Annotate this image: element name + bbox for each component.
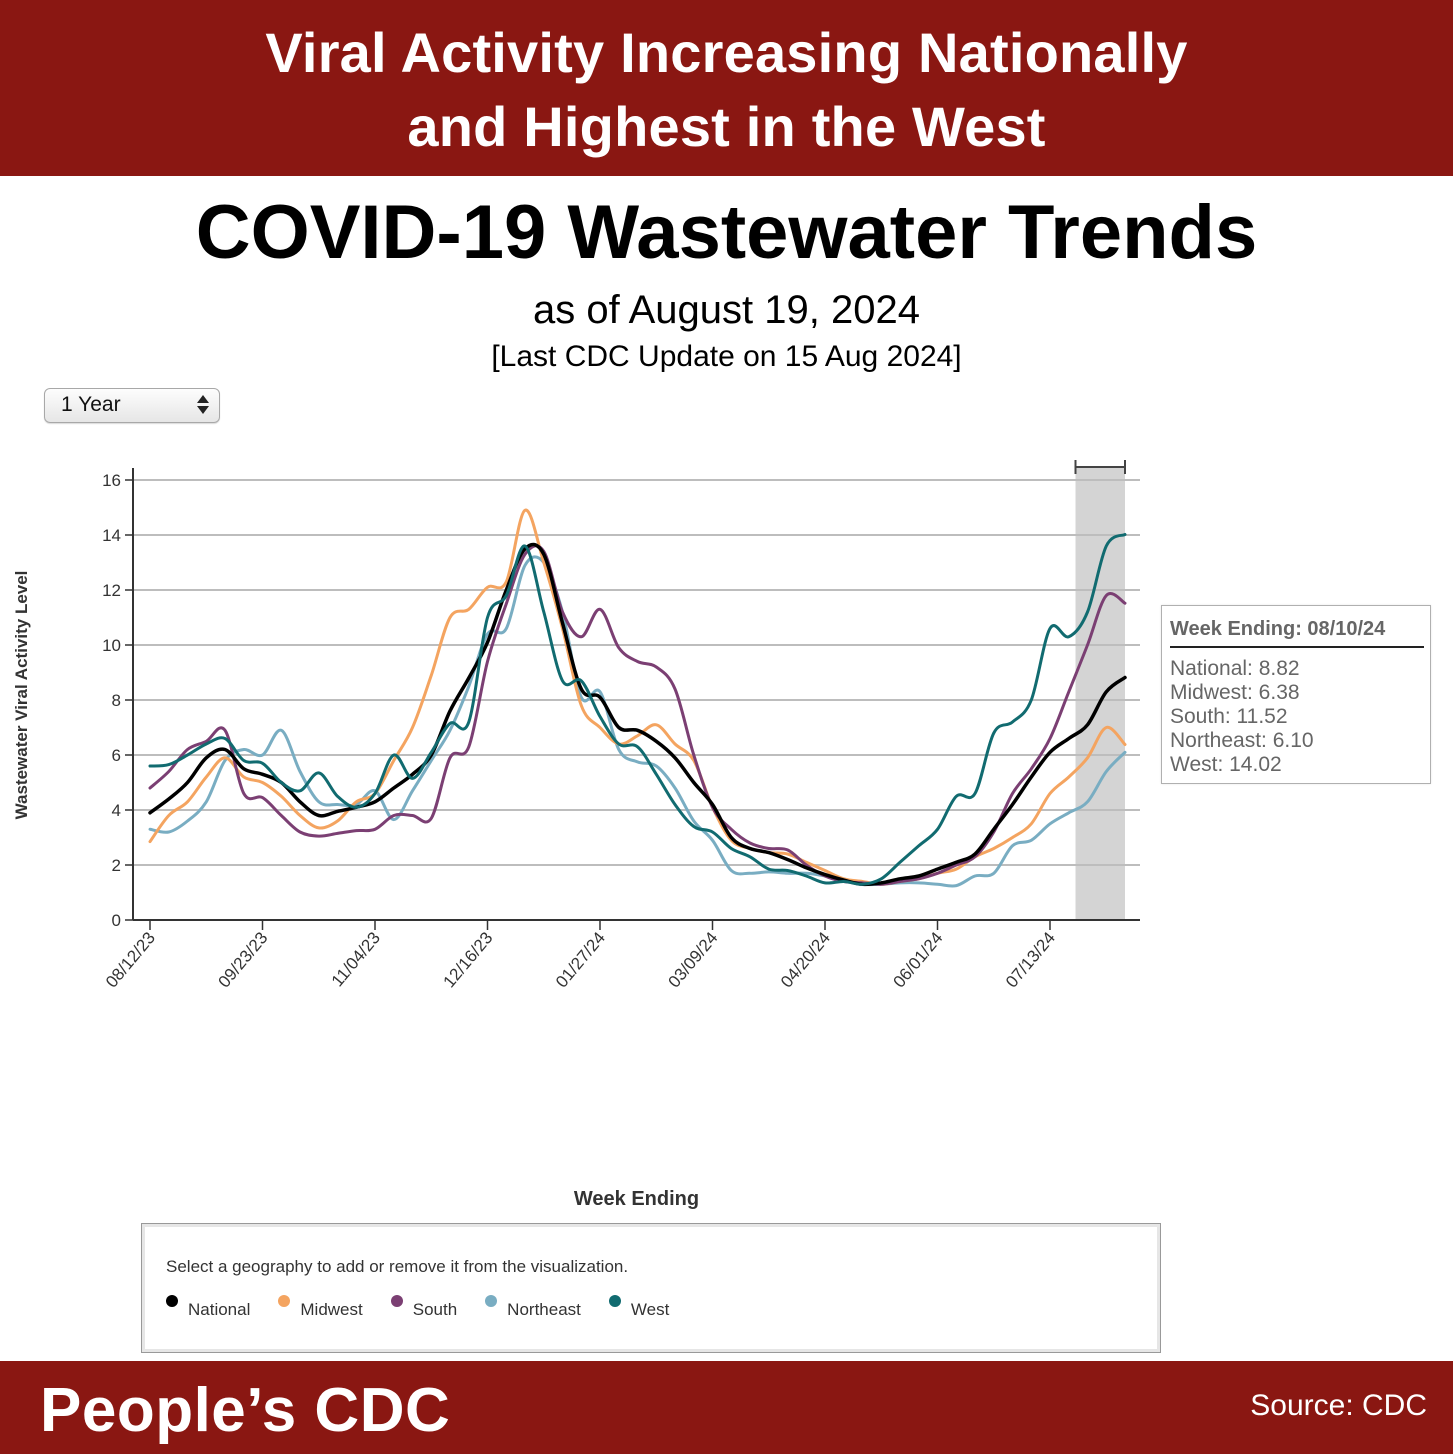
source-credit: Source: CDC (1250, 1389, 1427, 1422)
tooltip-row-northeast: Northeast: 6.10 (1170, 729, 1314, 752)
as-of-date: as of August 19, 2024 (533, 288, 920, 332)
tooltip-divider (1170, 646, 1424, 648)
y-tick-label: 10 (102, 636, 121, 655)
legend-item-midwest[interactable]: Midwest (278, 1294, 363, 1320)
tooltip-row-west: West: 14.02 (1170, 753, 1282, 776)
top-banner: Viral Activity Increasing Nationally and… (0, 0, 1453, 176)
y-tick-label: 4 (112, 801, 121, 820)
y-axis-title: Wastewater Viral Activity Level (12, 571, 31, 820)
y-tick-label: 6 (112, 746, 121, 765)
x-tick-label: 09/23/23 (214, 928, 271, 991)
x-tick-label: 08/12/23 (102, 928, 159, 991)
x-tick-label: 07/13/24 (1002, 928, 1059, 991)
time-range-select[interactable]: 1 Year (44, 388, 220, 423)
legend-label: Northeast (507, 1300, 581, 1319)
legend-dot-icon (485, 1295, 498, 1307)
banner-headline-line-1: Viral Activity Increasing Nationally (265, 21, 1188, 84)
x-tick-label: 11/04/23 (328, 928, 384, 990)
y-tick-label: 12 (102, 581, 121, 600)
legend-label: West (630, 1300, 670, 1319)
banner-headline-line-2: and Highest in the West (407, 95, 1046, 158)
hover-tooltip: Week Ending: 08/10/24 National: 8.82 Mid… (1161, 605, 1431, 784)
page-title: COVID-19 Wastewater Trends (195, 190, 1258, 275)
y-tick-label: 8 (112, 691, 121, 710)
bottom-banner: People’s CDC Source: CDC (0, 1361, 1453, 1454)
legend-dot-icon (278, 1295, 291, 1307)
legend-item-northeast[interactable]: Northeast (485, 1294, 581, 1320)
series-line-northeast (148, 555, 1127, 888)
legend-dot-icon (608, 1295, 621, 1307)
y-tick-label: 14 (102, 526, 121, 545)
gridlines (133, 479, 1140, 866)
legend-dot-icon (166, 1295, 178, 1307)
y-tick-label: 0 (112, 911, 121, 930)
tooltip-title: Week Ending: 08/10/24 (1170, 618, 1386, 640)
legend-dot-icon (390, 1295, 403, 1307)
legend-label: South (412, 1300, 458, 1319)
series-lines (148, 508, 1127, 888)
legend-label: Midwest (300, 1300, 363, 1319)
x-tick-label: 01/27/24 (552, 928, 609, 991)
y-tick-label: 2 (112, 856, 121, 875)
legend-panel: Select a geography to add or remove it f… (141, 1223, 1161, 1353)
tooltip-row-south: South: 11.52 (1170, 705, 1288, 728)
series-line-national (148, 542, 1127, 887)
x-tick-label: 12/16/23 (439, 928, 496, 991)
legend-hint: Select a geography to add or remove it f… (166, 1257, 629, 1276)
select-updown-icon (197, 393, 209, 417)
x-tick-label: 04/20/24 (777, 928, 834, 991)
x-tick-label: 06/01/24 (889, 928, 946, 991)
y-tick-label: 16 (102, 471, 121, 490)
tooltip-row-midwest: Midwest: 6.38 (1170, 681, 1300, 704)
legend-item-west[interactable]: West (608, 1294, 670, 1320)
legend-item-south[interactable]: South (390, 1294, 458, 1320)
time-range-value: 1 Year (61, 393, 121, 416)
legend-item-national[interactable]: National (166, 1294, 250, 1320)
tooltip-row-national: National: 8.82 (1170, 657, 1300, 680)
x-tick-label: 03/09/24 (664, 928, 721, 991)
x-axis-title: Week Ending (573, 1188, 700, 1210)
last-update-note: [Last CDC Update on 15 Aug 2024] (491, 340, 962, 373)
series-line-west (148, 533, 1127, 886)
series-line-south (148, 544, 1127, 886)
legend-label: National (188, 1300, 251, 1319)
highlight-band-layer (1074, 460, 1126, 920)
brand-logo-text: People’s CDC (40, 1376, 451, 1445)
